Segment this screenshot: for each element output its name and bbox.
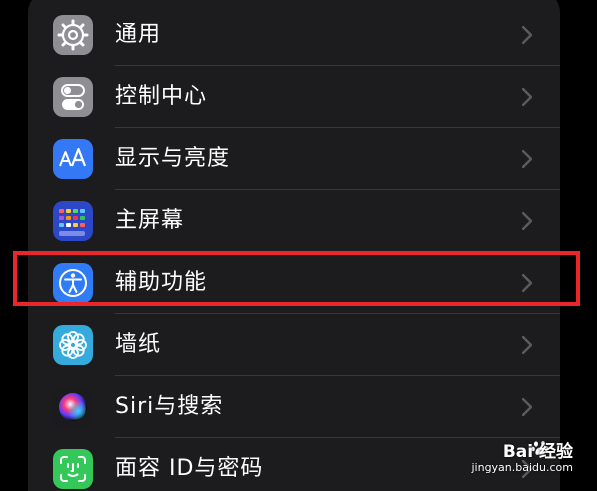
settings-row-siri-search[interactable]: Siri与搜索 (28, 376, 560, 438)
settings-row-label: 主屏幕 (115, 208, 185, 233)
settings-row-label: 通用 (115, 22, 162, 47)
face-id-icon (53, 449, 93, 489)
chevron-right-icon (522, 26, 532, 44)
settings-row-general[interactable]: 通用 (28, 4, 560, 66)
chevron-right-icon (522, 88, 532, 106)
toggle-switches-icon (53, 77, 93, 117)
text-size-aa-icon (53, 139, 93, 179)
settings-row-label: Siri与搜索 (115, 394, 224, 419)
chevron-right-icon (522, 398, 532, 416)
chevron-right-icon (522, 336, 532, 354)
settings-row-display-brightness[interactable]: 显示与亮度 (28, 128, 560, 190)
watermark-brand: Bai 经验 (502, 442, 573, 462)
highlight-box (13, 251, 580, 306)
settings-screen: 通用 控制中心 显示与亮度 主屏幕 辅助功能 墙纸 Siri与搜索 面容 ID与… (0, 0, 597, 491)
siri-orb-icon (53, 387, 93, 427)
baidu-jingyan-watermark: Bai 经验 jingyan.baidu.com (471, 437, 573, 477)
settings-row-control-center[interactable]: 控制中心 (28, 66, 560, 128)
settings-row-label: 显示与亮度 (115, 146, 231, 171)
settings-row-wallpaper[interactable]: 墙纸 (28, 314, 560, 376)
settings-row-home-screen[interactable]: 主屏幕 (28, 190, 560, 252)
flower-icon (53, 325, 93, 365)
settings-row-label: 面容 ID与密码 (115, 456, 264, 481)
chevron-right-icon (522, 150, 532, 168)
home-screen-grid-icon (53, 201, 93, 241)
gear-icon (53, 15, 93, 55)
chevron-right-icon (522, 212, 532, 230)
settings-row-label: 控制中心 (115, 84, 208, 109)
settings-row-label: 墙纸 (115, 332, 162, 357)
watermark-url: jingyan.baidu.com (471, 461, 573, 474)
